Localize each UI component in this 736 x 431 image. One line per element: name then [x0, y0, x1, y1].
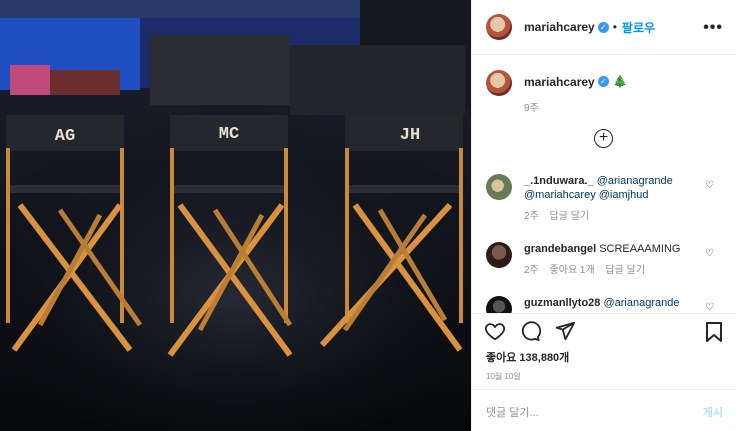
studio-chairs-image: AG MC JH [0, 0, 471, 431]
post-sidebar: mariahcarey ✓ • 팔로우 ••• mariahcarey ✓ 🎄 … [471, 0, 736, 431]
comment-mention[interactable]: @arianagrande [597, 175, 673, 187]
like-heart-icon[interactable] [484, 320, 506, 342]
separator-dot: • [612, 20, 617, 34]
chair-label-mc: MC [219, 125, 239, 144]
comment-item: _.1nduwara._ @arianagrande @mariahcarey … [486, 174, 704, 224]
follow-button[interactable]: 팔로우 [622, 19, 655, 36]
share-send-icon[interactable] [554, 320, 576, 342]
bookmark-icon[interactable] [704, 321, 724, 343]
comment-body: grandebangel SCREAAAMING 2주 좋아요 1개 답글 달기 [524, 242, 704, 278]
comment-time: 2주 [524, 211, 539, 222]
comment-likes[interactable]: 좋아요 1개 [550, 265, 595, 276]
comment-username[interactable]: _.1nduwara._ [524, 175, 594, 187]
comment-username[interactable]: guzmanllyto28 [524, 297, 600, 309]
comment-mention[interactable]: @iamjhud [599, 189, 649, 201]
comment-input[interactable]: 댓글 달기... [486, 404, 539, 420]
comment-username[interactable]: grandebangel [524, 243, 596, 255]
comment-avatar[interactable] [486, 174, 512, 200]
post-comment-button[interactable]: 게시 [703, 404, 723, 420]
comment-text: SCREAAAMING [599, 243, 681, 255]
post-photo[interactable]: AG MC JH [0, 0, 471, 431]
more-options-icon[interactable]: ••• [703, 19, 723, 37]
comment-body: guzmanllyto28 @arianagrande [524, 296, 704, 313]
caption-username[interactable]: mariahcarey [524, 75, 595, 89]
comment-meta: 2주 답글 달기 [524, 210, 704, 224]
comment-box: 댓글 달기... 게시 [472, 389, 736, 431]
comment-bubble-icon[interactable] [519, 320, 541, 342]
comment-avatar[interactable] [486, 296, 512, 313]
actions-divider [472, 313, 736, 314]
reply-button[interactable]: 답글 달기 [550, 211, 590, 222]
caption-avatar[interactable] [486, 70, 512, 96]
comment-like-icon[interactable]: ♡ [705, 302, 714, 313]
comment-item: guzmanllyto28 @arianagrande [486, 296, 704, 313]
christmas-tree-emoji: 🎄 [612, 74, 628, 88]
author-avatar[interactable] [486, 14, 512, 40]
verified-badge-icon: ✓ [597, 21, 609, 33]
post-date: 10월 10일 [486, 372, 521, 381]
comment-body: _.1nduwara._ @arianagrande @mariahcarey … [524, 174, 704, 224]
load-more-comments-icon[interactable]: + [594, 129, 613, 148]
chair-label-jh: JH [400, 126, 420, 145]
instagram-post: AG MC JH mariahcarey ✓ • 팔로우 ••• mariahc… [0, 0, 736, 431]
comment-mention[interactable]: @arianagrande [603, 297, 679, 309]
comment-mention[interactable]: @mariahcarey [524, 189, 596, 201]
chair-label-ag: AG [55, 127, 75, 146]
comment-item: grandebangel SCREAAAMING 2주 좋아요 1개 답글 달기 [486, 242, 704, 278]
comment-like-icon[interactable]: ♡ [705, 180, 714, 191]
comment-meta: 2주 좋아요 1개 답글 달기 [524, 264, 704, 278]
post-header: mariahcarey ✓ • 팔로우 ••• [472, 0, 736, 55]
comments-list[interactable]: _.1nduwara._ @arianagrande @mariahcarey … [472, 160, 736, 313]
caption-verified-icon: ✓ [597, 76, 609, 87]
comment-time: 2주 [524, 265, 539, 276]
comment-avatar[interactable] [486, 242, 512, 268]
caption-time: 9주 [524, 103, 539, 114]
action-bar [484, 320, 576, 342]
comment-like-icon[interactable]: ♡ [705, 248, 714, 259]
reply-button[interactable]: 답글 달기 [605, 265, 645, 276]
caption: mariahcarey ✓ 🎄 [486, 70, 628, 96]
likes-count[interactable]: 좋아요 138,880개 [486, 349, 569, 365]
author-username[interactable]: mariahcarey [524, 20, 595, 34]
